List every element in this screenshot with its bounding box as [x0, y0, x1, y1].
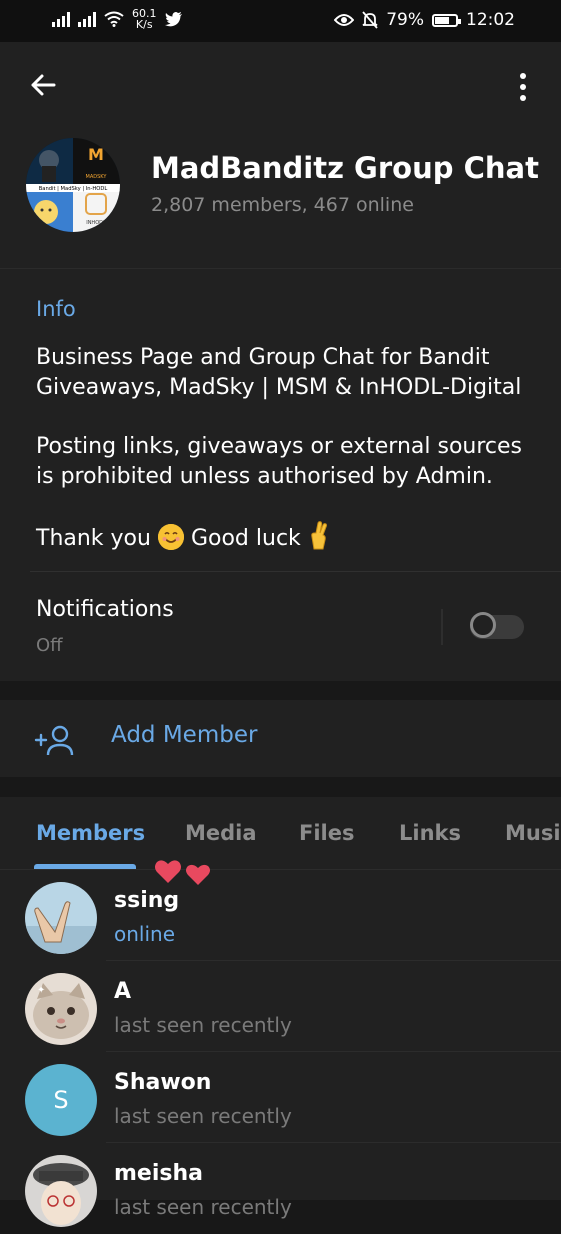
member-status: last seen recently [114, 1195, 292, 1219]
member-status: online [114, 922, 176, 946]
tab-members[interactable]: Members [36, 821, 145, 845]
status-right: 79% 12:02 [334, 10, 515, 30]
net-speed-unit: K/s [135, 18, 153, 31]
group-title: MadBanditz Group Chat [151, 151, 539, 185]
info-paragraph-3: Thank you Good luck [36, 521, 546, 554]
member-row[interactable]: ssing online [0, 870, 561, 961]
thank-you-text: Thank you [36, 526, 151, 551]
group-avatar-image: M MADSKY Bandit | MadSky | In-HODL INHOD… [26, 138, 120, 232]
wifi-icon [104, 11, 124, 27]
twitter-icon [164, 11, 182, 26]
vertical-divider [441, 609, 443, 645]
battery-fill [435, 16, 449, 24]
member-initial: S [25, 1064, 97, 1136]
info-paragraph-2: Posting links, giveaways or external sou… [36, 434, 522, 489]
notifications-toggle[interactable] [470, 612, 524, 639]
tab-links[interactable]: Links [399, 821, 461, 845]
tab-music[interactable]: Music [505, 821, 561, 845]
member-name: ssing [114, 888, 180, 913]
tab-media[interactable]: Media [185, 821, 257, 845]
svg-text:M: M [88, 145, 104, 164]
avatar-madsky-text: MADSKY [86, 174, 108, 180]
good-luck-text: Good luck [190, 526, 301, 551]
member-avatar: S [25, 1064, 97, 1136]
toggle-knob [470, 612, 496, 638]
smiling-emoji-icon [157, 524, 184, 550]
svg-text:✦: ✦ [37, 985, 45, 996]
media-tabs: Members Media Files Links Music [0, 797, 561, 870]
member-name: meisha [114, 1161, 203, 1186]
battery-icon [432, 13, 461, 27]
info-paragraph-1: Business Page and Group Chat for Bandit … [36, 345, 522, 400]
eye-icon [334, 14, 355, 26]
crossed-fingers-emoji-icon [311, 521, 327, 550]
notifications-label[interactable]: Notifications [36, 597, 174, 622]
member-name: A [114, 979, 132, 1004]
divider [30, 571, 561, 572]
member-avatar: ✦ [25, 973, 97, 1045]
back-arrow-icon[interactable] [30, 72, 56, 98]
tab-indicator [34, 864, 136, 869]
member-row[interactable]: ✦ A last seen recently [0, 961, 561, 1052]
add-member-icon [34, 725, 74, 756]
info-heading: Info [36, 297, 76, 321]
notifications-status: Off [36, 635, 63, 656]
mute-bell-icon [362, 11, 378, 29]
more-options-icon[interactable] [516, 72, 530, 102]
add-member-label: Add Member [111, 722, 258, 748]
group-header: M MADSKY Bandit | MadSky | In-HODL INHOD… [0, 42, 561, 268]
avatar-inhodl-text: INHODL [86, 220, 106, 226]
member-avatar [25, 1155, 97, 1227]
tab-files[interactable]: Files [299, 821, 354, 845]
member-avatar [25, 882, 97, 954]
member-status: last seen recently [114, 1104, 292, 1128]
signal-icon-2 [78, 11, 96, 27]
group-subtitle: 2,807 members, 467 online [151, 194, 414, 216]
clock: 12:02 [466, 10, 515, 30]
status-left: 60.1 K/s [52, 8, 183, 30]
info-section: Info Business Page and Group Chat for Ba… [0, 268, 561, 681]
add-member-row[interactable]: Add Member [0, 700, 561, 777]
avatar-caption-text: Bandit | MadSky | In-HODL [39, 186, 108, 192]
battery-percent: 79% [386, 10, 424, 30]
status-bar: 60.1 K/s 79% 12:02 [0, 0, 561, 42]
member-status: last seen recently [114, 1013, 292, 1037]
member-row[interactable]: meisha last seen recently [0, 1143, 561, 1234]
group-avatar[interactable]: M MADSKY Bandit | MadSky | In-HODL INHOD… [26, 138, 120, 232]
net-speed: 60.1 K/s [132, 8, 157, 30]
signal-icon [52, 11, 70, 27]
member-row[interactable]: S Shawon last seen recently [0, 1052, 561, 1143]
member-name: Shawon [114, 1070, 212, 1095]
members-section: Members Media Files Links Music ssing on… [0, 797, 561, 1227]
info-description[interactable]: Business Page and Group Chat for Bandit … [36, 343, 546, 583]
